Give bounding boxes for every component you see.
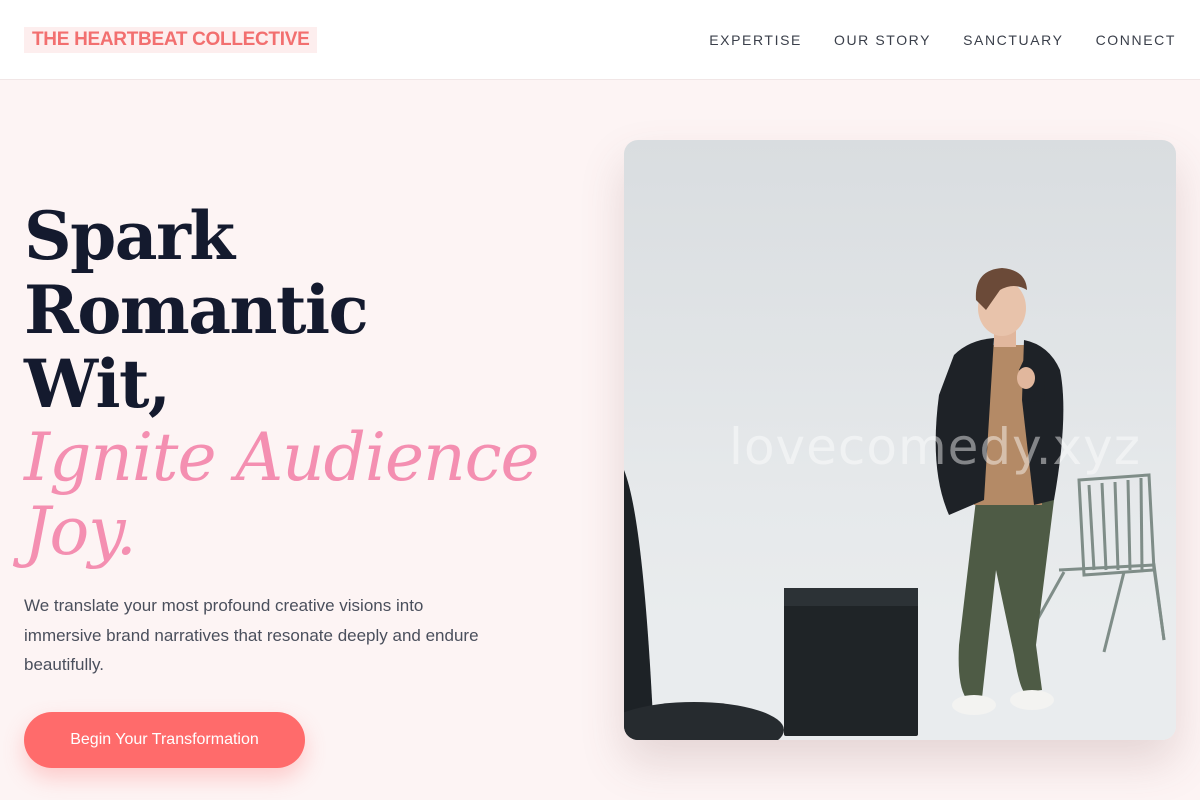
headline-line-2: Wit, [24,345,171,423]
nav-item-sanctuary[interactable]: SANCTUARY [963,32,1064,48]
nav-item-our-story[interactable]: OUR STORY [834,32,931,48]
hero-text: Spark Romantic Wit, Ignite Audience Joy.… [24,199,584,768]
nav-item-connect[interactable]: CONNECT [1096,32,1176,48]
site-header: THE HEARTBEAT COLLECTIVE EXPERTISE OUR S… [0,0,1200,80]
hero-headline: Spark Romantic Wit, Ignite Audience Joy. [24,199,584,569]
hero-photo: lovecomedy.xyz [624,140,1176,740]
headline-accent-line-1: Ignite Audience [24,419,540,496]
main-nav: EXPERTISE OUR STORY SANCTUARY CONNECT [709,32,1176,48]
photo-watermark: lovecomedy.xyz [729,418,1141,476]
headline-accent-line-2: Joy. [24,493,137,570]
begin-transformation-button[interactable]: Begin Your Transformation [24,711,305,768]
nav-item-expertise[interactable]: EXPERTISE [709,32,802,48]
hero-section: Spark Romantic Wit, Ignite Audience Joy.… [0,81,1200,800]
brand-logo[interactable]: THE HEARTBEAT COLLECTIVE [24,26,318,53]
hero-description: We translate your most profound creative… [24,596,479,674]
headline-line-1: Spark Romantic [24,197,369,349]
